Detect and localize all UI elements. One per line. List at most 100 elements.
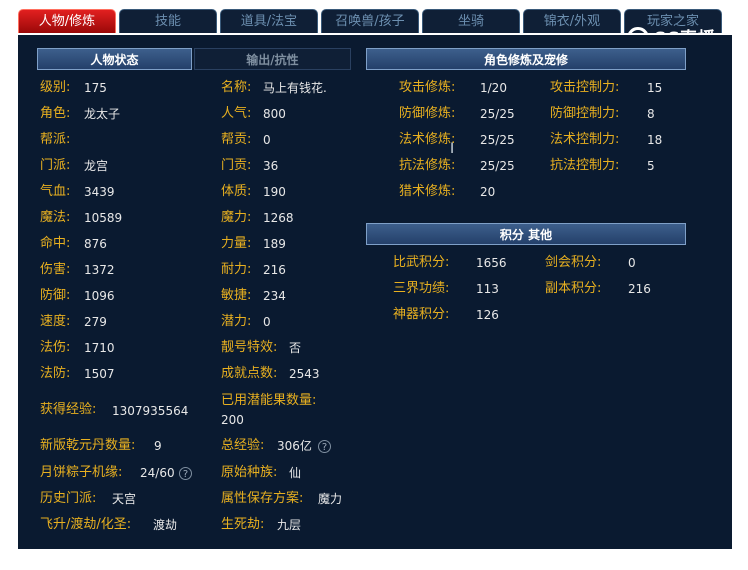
stat-label: 级别: [40,80,71,95]
tab-items[interactable]: 道具/法宝 [220,9,318,33]
stat-label: 耐力: [221,262,252,277]
help-icon[interactable]: ? [318,440,331,453]
cultivation-attack: 1/20 [480,81,507,95]
stat-label: 生死劫: [221,517,265,532]
cultivation-label: 抗法修炼: [399,158,456,173]
stat-agility: 234 [263,289,286,303]
stat-label: 伤害: [40,262,71,277]
cultivation-defense: 25/25 [480,107,515,121]
cultivation-label: 法术修炼: [399,132,456,147]
stat-label: 名称: [221,80,252,95]
tab-outfit[interactable]: 锦衣/外观 [523,9,621,33]
tab-character[interactable]: 人物/修炼 [18,9,116,33]
cultivation-label: 攻击修炼: [399,80,456,95]
stat-endurance: 216 [263,263,286,277]
points-dungeon: 216 [628,282,651,296]
stat-school-contribution: 36 [263,159,279,173]
cultivation-label: 猎术修炼: [399,184,456,199]
tab-mount[interactable]: 坐骑 [422,9,520,33]
stat-label: 新版乾元丹数量: [40,438,136,453]
stat-label: 属性保存方案: [221,491,304,506]
stat-level: 175 [84,81,107,95]
header-points: 积分 其他 [366,223,686,245]
stat-strength: 189 [263,237,286,251]
stat-label: 速度: [40,314,71,329]
stat-magic-defense: 1507 [84,367,115,381]
points-label: 剑会积分: [545,255,602,270]
stat-label: 魔法: [40,210,71,225]
help-icon[interactable]: ? [179,467,192,480]
stat-label: 敏捷: [221,288,252,303]
stat-mooncake: 24/60 [140,466,175,480]
stat-label: 命中: [40,236,71,251]
points-label: 比武积分: [393,255,450,270]
cultivation-label: 法术控制力: [550,132,620,147]
stat-life-death: 九层 [277,518,302,532]
stat-constitution: 190 [263,185,286,199]
stat-label: 门派: [40,158,71,173]
stat-magic-power: 1268 [263,211,294,225]
stat-label: 魔力: [221,210,252,225]
points-pvp: 1656 [476,256,507,270]
stat-label: 总经验: [221,438,265,453]
stat-label: 历史门派: [40,491,97,506]
header-output-resistance[interactable]: 输出/抗性 [194,48,351,70]
stat-label: 门贡: [221,158,252,173]
stat-label: 人气: [221,106,252,121]
control-defense: 8 [647,107,655,121]
points-label: 副本积分: [545,281,602,296]
stat-potential: 0 [263,315,271,329]
stat-label: 帮贡: [221,132,252,147]
stat-label: 体质: [221,184,252,199]
points-artifact: 126 [476,308,499,322]
stat-total-exp: 306亿 [277,439,312,453]
stat-hit: 876 [84,237,107,251]
character-panel: 人物状态 输出/抗性 角色修炼及宠修 积分 其他 级别: 175 角色: 龙太子… [18,35,732,549]
cultivation-label: 防御修炼: [399,106,456,121]
stat-label: 潜力: [221,314,252,329]
points-sword: 0 [628,256,636,270]
header-character-status[interactable]: 人物状态 [37,48,192,70]
stat-label: 已用潜能果数量: [221,393,317,408]
tab-summons[interactable]: 召唤兽/孩子 [321,9,419,33]
stat-label: 原始种族: [221,465,278,480]
stat-label: 力量: [221,236,252,251]
points-label: 神器积分: [393,307,450,322]
stat-label: 帮派: [40,132,71,147]
stat-label: 气血: [40,184,71,199]
stat-label: 飞升/渡劫/化圣: [40,517,132,532]
stat-pretty-number: 否 [289,341,302,355]
stat-school: 龙宫 [84,159,109,173]
header-cultivation: 角色修炼及宠修 [366,48,686,70]
stat-defense: 1096 [84,289,115,303]
cultivation-magic: 25/25 [480,133,515,147]
stat-qianyuan: 9 [154,439,162,453]
stat-ascension: 渡劫 [153,518,178,532]
cultivation-label: 防御控制力: [550,106,620,121]
cultivation-resist: 25/25 [480,159,515,173]
points-label: 三界功绩: [393,281,450,296]
control-attack: 15 [647,81,663,95]
stat-magic-damage: 1710 [84,341,115,355]
stat-label: 靓号特效: [221,340,278,355]
stat-label: 月饼粽子机缘: [40,465,123,480]
cultivation-label: 攻击控制力: [550,80,620,95]
stat-label: 获得经验: [40,402,97,417]
stat-label: 法防: [40,366,71,381]
tab-skills[interactable]: 技能 [119,9,217,33]
stat-save-scheme: 魔力 [318,492,343,506]
control-resist: 5 [647,159,655,173]
stat-label: 成就点数: [221,366,278,381]
stat-role: 龙太子 [84,107,121,121]
stat-popularity: 800 [263,107,286,121]
stat-label: 法伤: [40,340,71,355]
stat-name: 马上有钱花. [263,81,327,95]
stat-mp: 10589 [84,211,123,225]
stat-history-school: 天宫 [112,492,137,506]
stat-label: 防御: [40,288,71,303]
stat-speed: 279 [84,315,107,329]
stat-potential-fruit: 200 [221,413,244,427]
cultivation-hunting: 20 [480,185,496,199]
control-magic: 18 [647,133,663,147]
stat-label: 角色: [40,106,71,121]
